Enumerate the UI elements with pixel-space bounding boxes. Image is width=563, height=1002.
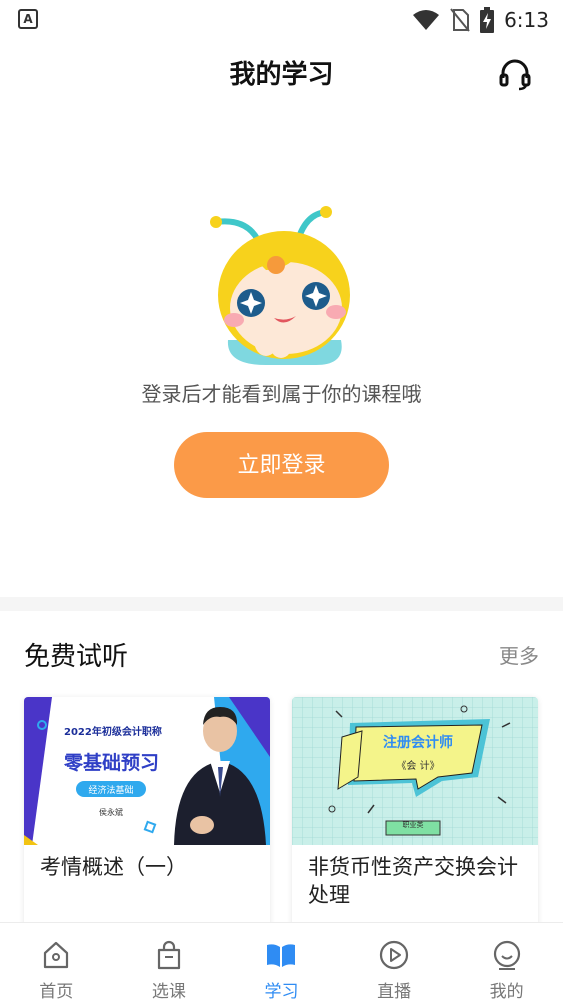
nav-item-courses[interactable]: 选课 (113, 923, 226, 1002)
shopping-bag-icon (157, 940, 180, 970)
no-sim-icon (450, 8, 470, 32)
nav-label: 选课 (151, 982, 186, 1002)
course-thumbnail: 2022年初级会计职称 零基础预习 经济法基础 侯永斌 (24, 697, 270, 845)
thumb-subject: 《会 计》 (396, 759, 439, 772)
login-button[interactable]: 立即登录 (174, 432, 389, 498)
play-circle-icon (379, 940, 409, 970)
home-icon (44, 941, 69, 969)
open-book-icon (267, 944, 296, 967)
thumb-headline: 零基础预习 (63, 751, 159, 774)
app-header: 我的学习 (0, 44, 563, 100)
battery-charging-icon (480, 7, 495, 33)
course-card-title: 非货币性资产交换会计处理 (308, 855, 518, 907)
thumb-year-line: 2022年初级会计职称 (64, 725, 162, 738)
profile-face-icon (493, 940, 520, 970)
thumb-tag: 职业类 (403, 820, 424, 829)
thumb-subject: 经济法基础 (88, 784, 133, 796)
section-divider (0, 597, 563, 611)
nav-item-mine[interactable]: 我的 (450, 923, 563, 1002)
thumb-teacher: 侯永斌 (99, 807, 123, 817)
headset-icon[interactable] (497, 56, 533, 92)
course-card[interactable]: 2022年初级会计职称 零基础预习 经济法基础 侯永斌 考情概述（一） (24, 697, 270, 927)
nav-item-study[interactable]: 学习 (225, 923, 338, 1002)
more-link[interactable]: 更多 (499, 640, 539, 669)
nav-item-home[interactable]: 首页 (0, 923, 113, 1002)
bottom-nav: 首页 选课 学习 直播 我的 (0, 922, 563, 1002)
course-thumbnail: 注册会计师 《会 计》 职业类 (292, 697, 538, 845)
nav-item-live[interactable]: 直播 (338, 923, 451, 1002)
course-card[interactable]: 注册会计师 《会 计》 职业类 非货币性资产交换会计处理 (292, 697, 538, 927)
nav-label: 首页 (39, 982, 74, 1002)
page-title: 我的学习 (229, 60, 334, 90)
nav-label: 学习 (264, 982, 299, 1002)
course-card-title: 考情概述（一） (40, 855, 187, 879)
status-time: 6:13 (504, 8, 549, 32)
status-bar: A 6:13 (0, 0, 563, 40)
nav-label: 我的 (489, 982, 524, 1002)
keyboard-indicator-icon: A (18, 9, 38, 29)
wifi-icon (413, 10, 440, 30)
section-title: 免费试听 (24, 642, 129, 672)
bee-mascot-illustration (210, 206, 350, 365)
empty-state-message: 登录后才能看到属于你的课程哦 (141, 382, 422, 406)
thumb-headline: 注册会计师 (383, 734, 453, 751)
nav-label: 直播 (377, 982, 412, 1002)
